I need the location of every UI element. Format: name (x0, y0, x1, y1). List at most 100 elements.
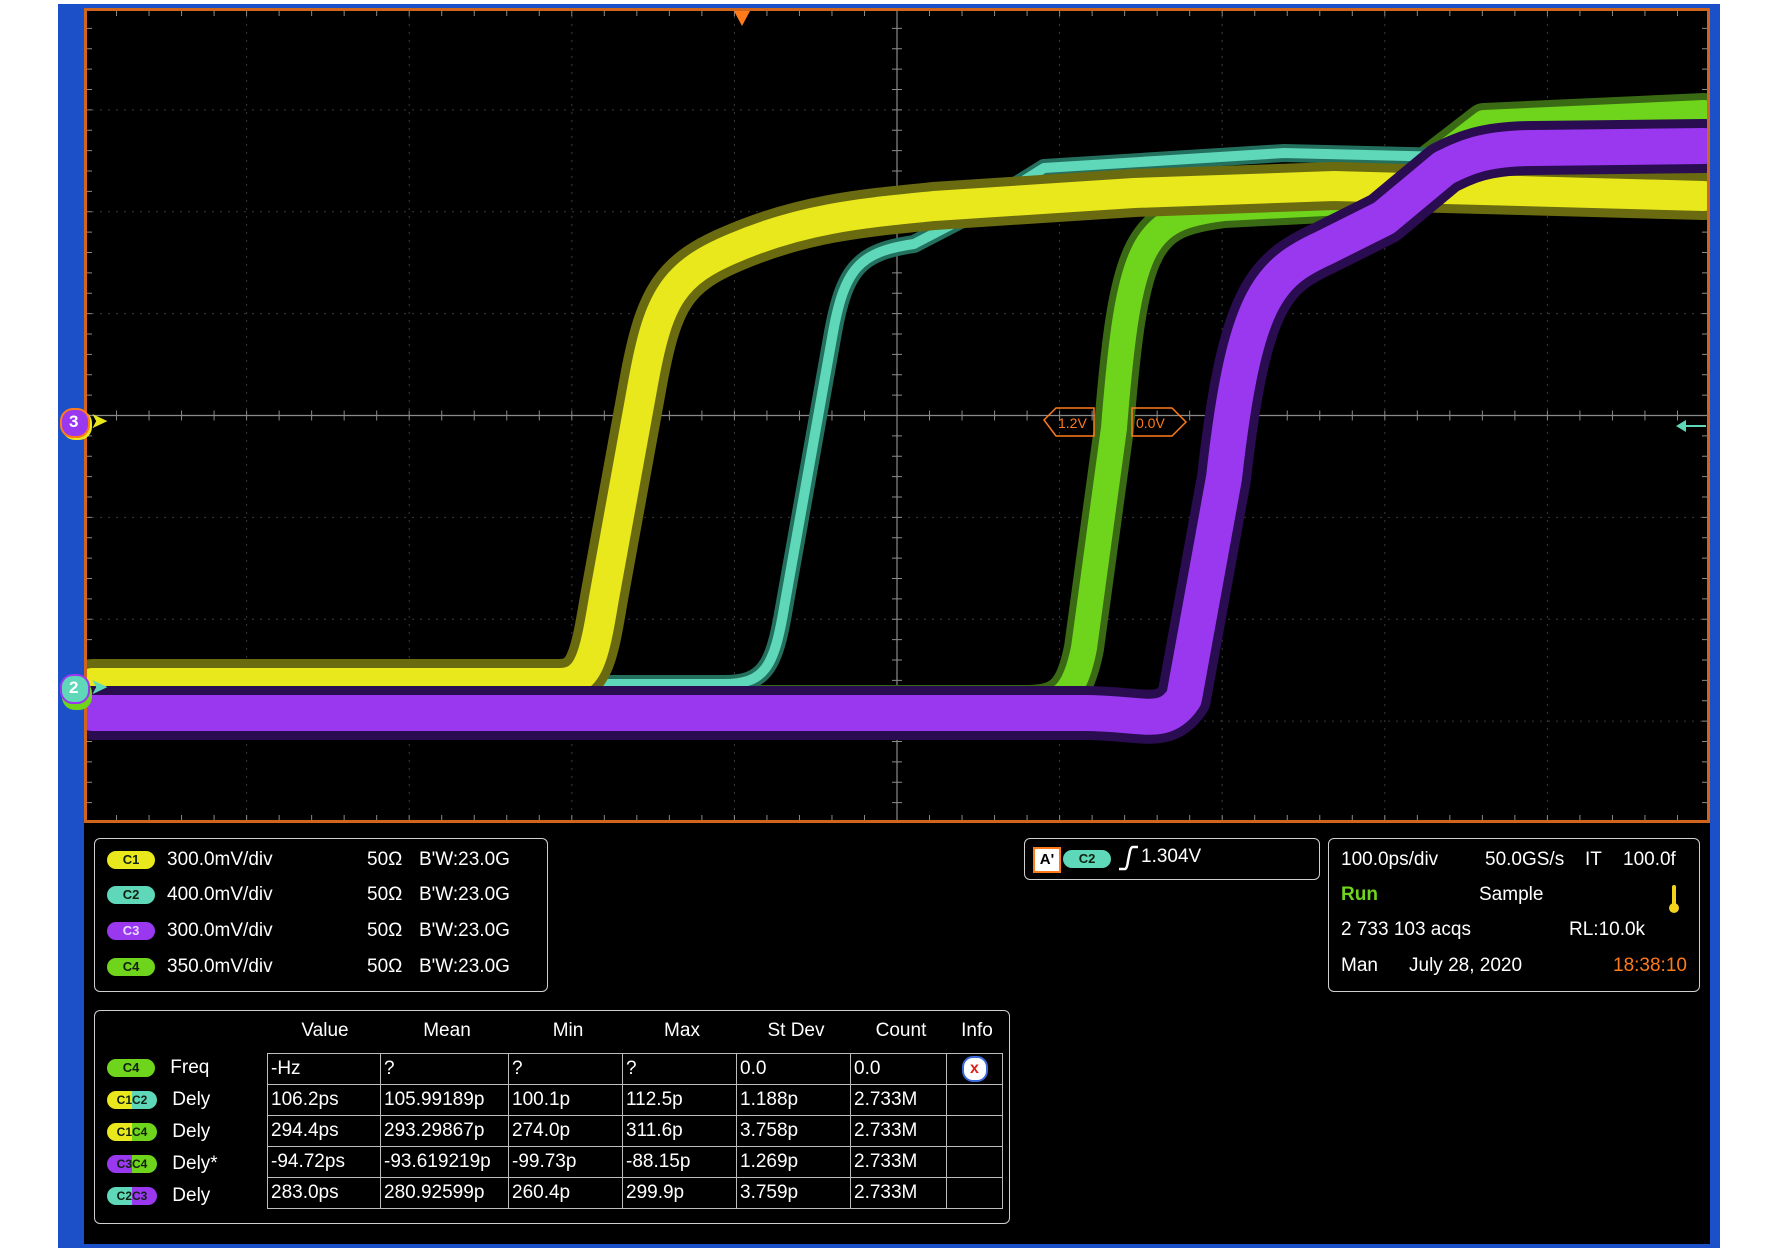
measurements-table: -Hz ? ? ? 0.0 0.0 x 106.2ps 105.99189p 1… (267, 1053, 1003, 1209)
acquisition-state[interactable]: Run (1341, 884, 1378, 906)
meas-2-stdev: 3.758p (736, 1115, 851, 1147)
thermometer-icon (1667, 883, 1681, 921)
meas-4-max: 299.9p (622, 1177, 737, 1209)
meas-1-src: C1C2 (107, 1090, 157, 1109)
table-row[interactable]: -Hz ? ? ? 0.0 0.0 x (267, 1053, 1003, 1085)
channel-row-c3[interactable]: C3 300.0mV/div 50Ω B'W:23.0G (107, 919, 510, 943)
trigger-mode-badge[interactable]: A' (1033, 847, 1061, 873)
meas-3-max: -88.15p (622, 1146, 737, 1178)
meas-4-count: 2.733M (850, 1177, 947, 1209)
meas-4-name: Dely (172, 1185, 211, 1206)
ref-level-1-label: 1.2V (1058, 415, 1087, 431)
meas-1-min: 100.1p (508, 1084, 623, 1116)
trigger-type: Man (1341, 955, 1378, 976)
c3-impedance: 50Ω (367, 920, 403, 941)
table-row[interactable]: 294.4ps 293.29867p 274.0p 311.6p 3.758p … (267, 1115, 1003, 1147)
c1-impedance: 50Ω (367, 849, 403, 870)
error-info-icon[interactable]: x (961, 1056, 988, 1082)
meas-row-3-label[interactable]: C3C4 Dely* (107, 1149, 218, 1179)
table-row[interactable]: 106.2ps 105.99189p 100.1p 112.5p 1.188p … (267, 1084, 1003, 1116)
trigger-level-value: 1.304V (1141, 846, 1202, 867)
meas-row-2-label[interactable]: C1C4 Dely (107, 1117, 210, 1147)
header-value: Value (301, 1020, 349, 1041)
meas-row-0-label[interactable]: C4 Freq (107, 1053, 209, 1083)
meas-1-src-chip: C1C2 (107, 1090, 157, 1109)
waveform-svg: 1.2V 0.0V (84, 8, 1710, 823)
meas-1-name: Dely (172, 1089, 211, 1110)
meas-4-value: 283.0ps (267, 1177, 381, 1209)
meas-2-src: C1C4 (107, 1122, 157, 1141)
meas-row-4-label[interactable]: C2C3 Dely (107, 1181, 210, 1211)
meas-1-mean: 105.99189p (380, 1084, 509, 1116)
channel-row-c2[interactable]: C2 400.0mV/div 50Ω B'W:23.0G (107, 883, 510, 907)
c1-chip[interactable]: C1 (107, 850, 155, 869)
meas-1-value: 106.2ps (267, 1084, 381, 1116)
meas-4-info (946, 1177, 1003, 1209)
c1-bandwidth: B'W:23.0G (419, 849, 510, 870)
meas-4-mean: 280.92599p (380, 1177, 509, 1209)
meas-1-info (946, 1084, 1003, 1116)
header-min: Min (552, 1020, 584, 1041)
c2-impedance: 50Ω (367, 884, 403, 905)
meas-1-stdev: 1.188p (736, 1084, 851, 1116)
meas-1-count: 2.733M (850, 1084, 947, 1116)
it-label: IT (1585, 849, 1602, 870)
meas-0-min: ? (508, 1053, 623, 1085)
acquisition-mode[interactable]: Sample (1479, 884, 1543, 906)
rising-edge-icon (1117, 845, 1139, 877)
c3-bandwidth: B'W:23.0G (419, 920, 510, 941)
record-length[interactable]: RL:10.0k (1569, 919, 1645, 941)
channel-row-c1[interactable]: C1 300.0mV/div 50Ω B'W:23.0G (107, 848, 510, 872)
meas-4-stdev: 3.759p (736, 1177, 851, 1209)
meas-3-mean: -93.619219p (380, 1146, 509, 1178)
meas-4-src: C2C3 (107, 1186, 157, 1205)
c4-impedance: 50Ω (367, 956, 403, 977)
c1-scale: 300.0mV/div (167, 849, 273, 870)
meas-1-max: 112.5p (622, 1084, 737, 1116)
meas-0-max: ? (622, 1053, 737, 1085)
header-stdev: St Dev (767, 1020, 825, 1041)
meas-2-mean: 293.29867p (380, 1115, 509, 1147)
meas-3-value: -94.72ps (267, 1146, 381, 1178)
meas-0-count: 0.0 (850, 1053, 947, 1085)
meas-0-info[interactable]: x (946, 1053, 1003, 1085)
timebase[interactable]: 100.0ps/div (1341, 849, 1438, 871)
trigger-panel[interactable]: A' C2 1.304V (1024, 838, 1320, 880)
sample-rate[interactable]: 50.0GS/s (1485, 849, 1564, 871)
c4-chip[interactable]: C4 (107, 957, 155, 976)
it-value: 100.0f (1623, 849, 1676, 870)
acquisition-panel: 100.0ps/div 50.0GS/s IT 100.0f Run Sampl… (1328, 838, 1700, 992)
channel-row-c4[interactable]: C4 350.0mV/div 50Ω B'W:23.0G (107, 955, 510, 979)
c4-bandwidth: B'W:23.0G (419, 956, 510, 977)
ch3-ground-marker[interactable]: 3 (60, 408, 90, 438)
meas-3-src: C3C4 (107, 1154, 157, 1173)
ref-level-2-label: 0.0V (1136, 415, 1165, 431)
header-max: Max (664, 1020, 700, 1041)
meas-3-info (946, 1146, 1003, 1178)
header-count: Count (875, 1020, 927, 1041)
trigger-source-chip[interactable]: C2 (1063, 850, 1111, 868)
table-row[interactable]: -94.72ps -93.619219p -99.73p -88.15p 1.2… (267, 1146, 1003, 1178)
table-row[interactable]: 283.0ps 280.92599p 260.4p 299.9p 3.759p … (267, 1177, 1003, 1209)
ch2-ground-marker[interactable]: 2 (60, 674, 90, 704)
meas-2-min: 274.0p (508, 1115, 623, 1147)
meas-3-src-chip: C3C4 (107, 1154, 157, 1173)
meas-2-count: 2.733M (850, 1115, 947, 1147)
time: 18:38:10 (1613, 955, 1687, 976)
meas-4-src-chip: C2C3 (107, 1186, 157, 1205)
c2-chip[interactable]: C2 (107, 885, 155, 904)
date: July 28, 2020 (1409, 955, 1523, 976)
meas-0-mean: ? (380, 1053, 509, 1085)
c2-bandwidth: B'W:23.0G (419, 884, 510, 905)
c3-scale: 300.0mV/div (167, 920, 273, 941)
meas-0-value: -Hz (267, 1053, 381, 1085)
meas-2-value: 294.4ps (267, 1115, 381, 1147)
meas-3-stdev: 1.269p (736, 1146, 851, 1178)
meas-0-name: Freq (170, 1057, 210, 1078)
meas-row-1-label[interactable]: C1C2 Dely (107, 1085, 210, 1115)
waveform-display[interactable]: 1.2V 0.0V (84, 8, 1710, 823)
meas-2-src-chip: C1C4 (107, 1122, 157, 1141)
c4-scale: 350.0mV/div (167, 956, 273, 977)
c3-chip[interactable]: C3 (107, 921, 155, 940)
meas-3-count: 2.733M (850, 1146, 947, 1178)
